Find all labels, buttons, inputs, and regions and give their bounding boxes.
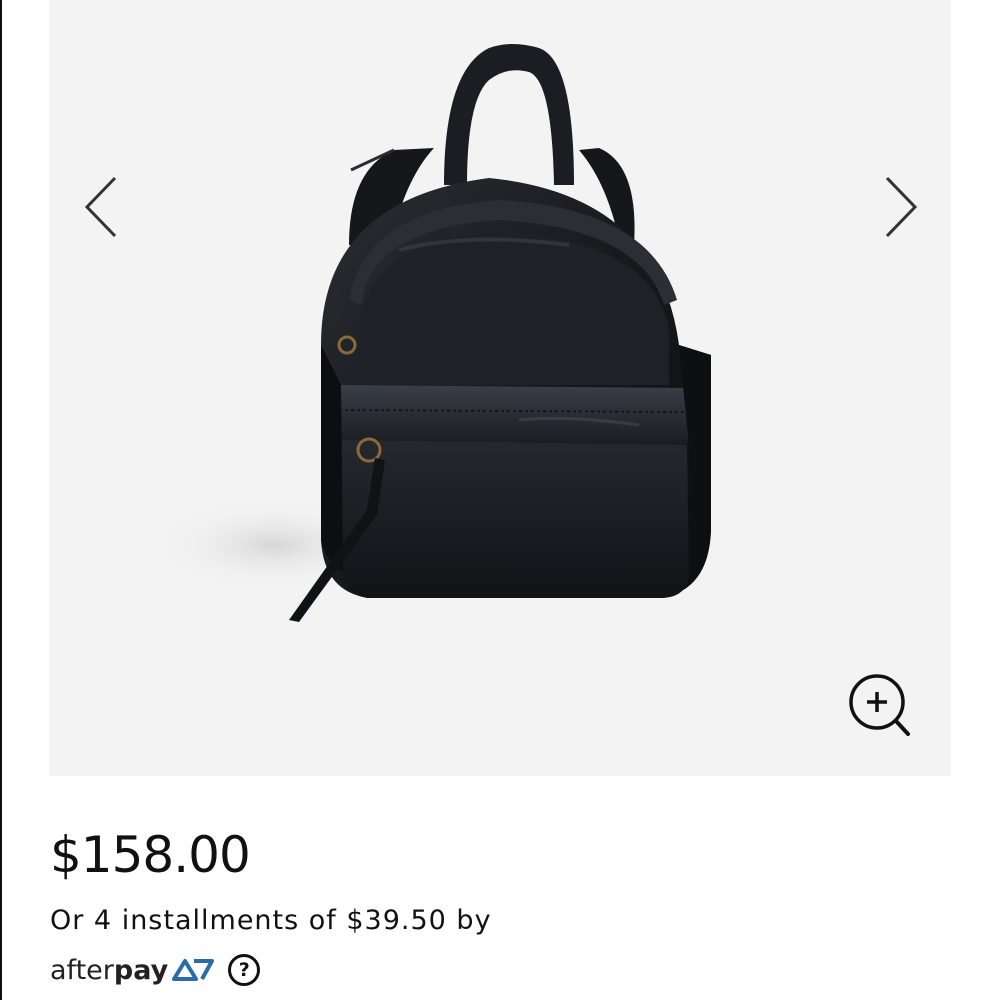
chevron-left-icon — [84, 176, 117, 238]
afterpay-logo[interactable]: after pay — [50, 957, 216, 984]
product-gallery — [49, 0, 951, 776]
help-icon[interactable]: ? — [228, 954, 261, 986]
zoom-button[interactable] — [845, 672, 913, 740]
afterpay-logo-after: after — [50, 954, 114, 986]
chevron-right-icon — [885, 176, 918, 238]
product-image — [154, 44, 711, 622]
product-page: $158.00 Or 4 installments of $39.50 by a… — [0, 0, 1000, 1000]
afterpay-mark-icon — [172, 959, 215, 981]
afterpay-logo-pay: pay — [113, 954, 169, 986]
previous-image-button[interactable] — [77, 170, 127, 244]
zoom-in-icon — [849, 674, 910, 736]
next-image-button[interactable] — [875, 170, 925, 244]
window-edge — [0, 0, 2, 1000]
product-price: $158.00 — [50, 826, 251, 884]
afterpay-row: after pay ? — [50, 947, 261, 993]
installments-text: Or 4 installments of $39.50 by — [50, 905, 492, 936]
